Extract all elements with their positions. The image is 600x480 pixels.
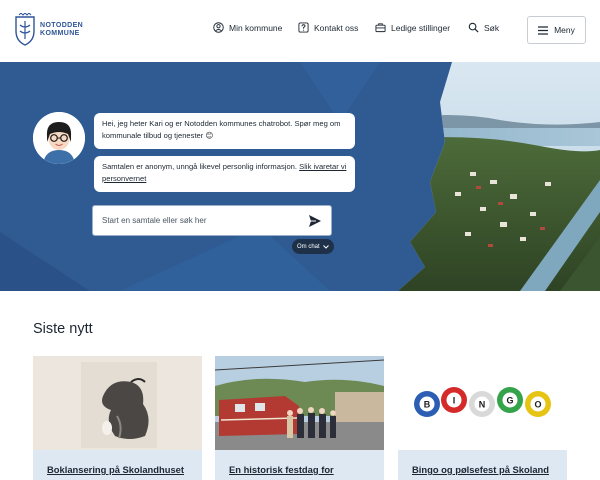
nav-min-kommune[interactable]: Min kommune — [213, 22, 282, 33]
chat-search-box — [92, 205, 332, 236]
logo-line-1: NOTODDEN — [40, 22, 84, 29]
privacy-notice-bubble: Samtalen er anonym, unngå likevel person… — [94, 156, 355, 192]
nav-sok-label: Søk — [484, 22, 500, 33]
site-header: NOTODDEN KOMMUNE Min kommune Kontakt oss… — [0, 0, 600, 62]
nav-min-kommune-label: Min kommune — [229, 22, 283, 33]
kari-avatar-icon — [33, 112, 85, 164]
bingo-letter-b: B — [424, 400, 431, 410]
news-card[interactable]: B I N G O Bingo og pølsefest på Skoland — [398, 356, 567, 480]
om-chat-button[interactable]: Om chat — [292, 239, 334, 254]
news-card[interactable]: En historisk festdag for — [215, 356, 384, 480]
bingo-letter-n: N — [479, 400, 486, 410]
chat-search-input[interactable] — [102, 216, 308, 225]
chatbot-greeting-bubble: Hei, jeg heter Kari og er Notodden kommu… — [94, 113, 355, 149]
bird-drawing-image — [33, 356, 202, 450]
chevron-down-icon — [322, 244, 329, 249]
nav-kontakt-oss[interactable]: Kontakt oss — [298, 22, 358, 33]
logo-line-2: KOMMUNE — [40, 30, 80, 37]
nav-sok[interactable]: Søk — [468, 22, 499, 33]
chatbot-greeting-text: Hei, jeg heter Kari og er Notodden kommu… — [102, 119, 341, 140]
news-card-title: En historisk festdag for — [215, 450, 384, 480]
bingo-letter-g: G — [506, 396, 513, 406]
menu-button[interactable]: Meny — [527, 16, 586, 44]
nav-ledige-stillinger[interactable]: Ledige stillinger — [375, 22, 450, 33]
privacy-notice-text: Samtalen er anonym, unngå likevel person… — [102, 162, 300, 171]
notodden-logo[interactable]: NOTODDEN KOMMUNE — [14, 13, 83, 47]
question-icon — [298, 22, 309, 33]
news-card-title: Boklansering på Skolandhuset — [33, 450, 202, 480]
search-icon — [468, 22, 479, 33]
train-photo — [215, 356, 384, 450]
briefcase-icon — [375, 23, 386, 33]
user-icon — [213, 22, 224, 33]
nav-kontakt-oss-label: Kontakt oss — [314, 22, 359, 33]
om-chat-label: Om chat — [297, 243, 320, 250]
coat-of-arms-icon — [15, 13, 35, 46]
menu-button-label: Meny — [554, 25, 575, 35]
bingo-letter-i: I — [453, 396, 456, 406]
chatbot-avatar — [33, 112, 85, 164]
bingo-letter-o: O — [534, 400, 541, 410]
hamburger-icon — [538, 25, 549, 35]
bingo-balls-image: B I N G O — [398, 356, 567, 450]
send-icon[interactable] — [308, 214, 322, 228]
hero-section: Hei, jeg heter Kari og er Notodden kommu… — [0, 62, 600, 291]
news-card[interactable]: Boklansering på Skolandhuset — [33, 356, 202, 480]
nav-ledige-stillinger-label: Ledige stillinger — [391, 22, 451, 33]
news-card-title: Bingo og pølsefest på Skoland — [398, 450, 567, 480]
news-section-title: Siste nytt — [33, 321, 93, 337]
